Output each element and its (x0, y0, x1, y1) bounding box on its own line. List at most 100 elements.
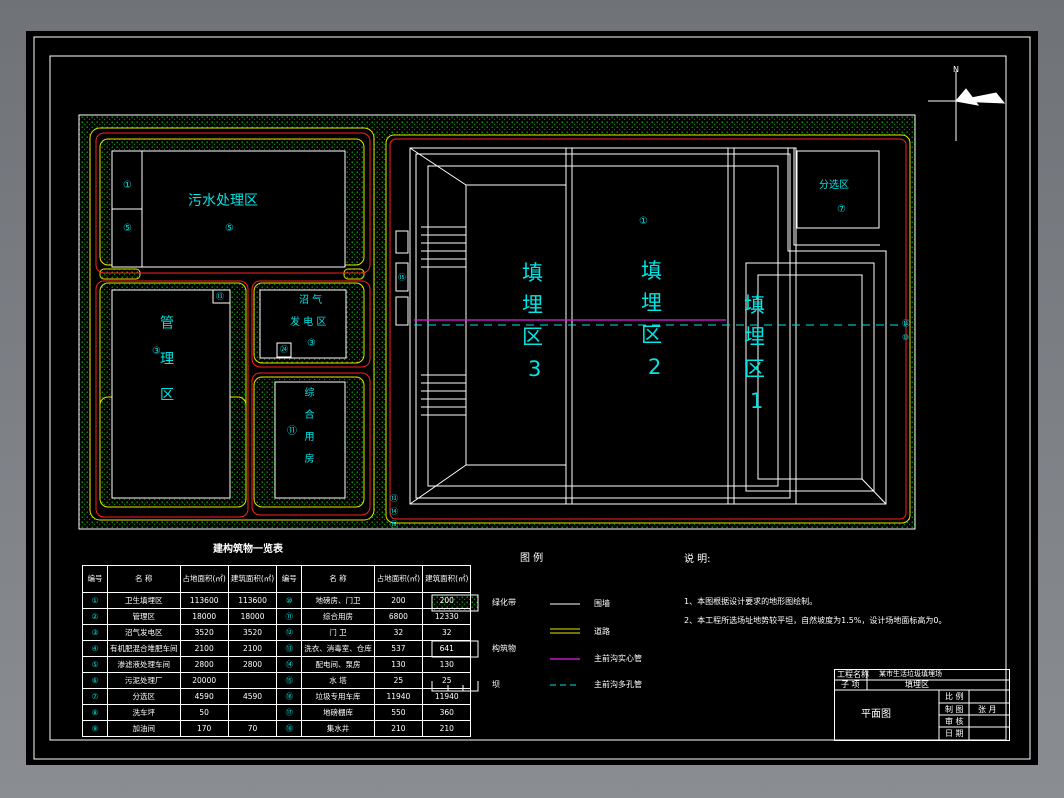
general-label: 综合用房 (302, 387, 313, 475)
table-cell: 70 (227, 720, 278, 737)
table-cell: 4590 (227, 688, 278, 705)
table-cell: 加油间 (107, 720, 181, 737)
bottom-mark-1: ⑬ (390, 494, 398, 503)
notes-title: 说 明: (684, 554, 711, 565)
mgmt-zone-label: 管理区 (158, 315, 174, 423)
table-cell: 210 (422, 720, 472, 737)
table-cell: ⑭ (276, 656, 303, 673)
table-cell: 113600 (179, 592, 229, 609)
table-cell: 洗衣、消毒室、仓库 (301, 640, 375, 657)
table-row: ④ 有机肥混合堆肥车间 2100 2100 ⑬ 洗衣、消毒室、仓库 537 641 (82, 640, 472, 657)
fill3-l4: 3 (528, 357, 542, 381)
fill2-l4: 2 (648, 355, 662, 379)
th-area1: 占地面积(㎡) (179, 565, 229, 593)
table-cell: 200 (373, 592, 424, 609)
table-cell: 管理区 (107, 608, 181, 625)
table-row: ⑦ 分选区 4590 4590 ⑯ 垃圾专用车库 11940 11940 (82, 688, 472, 705)
table-row: ③ 沼气发电区 3520 3520 ⑫ 门 卫 32 32 (82, 624, 472, 641)
table-cell: ⑰ (276, 704, 303, 721)
table-cell (227, 704, 278, 721)
legend-item-dam: 坝 (492, 680, 500, 689)
table-row: ⑧ 洗车坪 50 ⑰ 地磅棚库 550 360 (82, 704, 472, 721)
table-title: 建构筑物一览表 (213, 544, 283, 555)
table-cell: ⑤ (82, 656, 108, 673)
fill2-l3: 区 (641, 323, 662, 347)
table-cell: 沼气发电区 (107, 624, 181, 641)
table-cell: 20000 (179, 672, 229, 689)
table-cell: 170 (179, 720, 229, 737)
building-table: 编号 名 称 占地面积(㎡) 建筑面积(㎡) 编号 名 称 占地面积(㎡) 建筑… (82, 565, 472, 737)
table-cell: 综合用房 (301, 608, 375, 625)
th-no2: 编号 (276, 565, 303, 593)
title-block: 工程名称 某市生活垃圾填埋场 子 项 填埋区 平面图 比 例 制 图 张 月 审… (834, 669, 1010, 741)
general-num: ⑪ (287, 426, 297, 437)
gate-left-num: ⑮ (398, 273, 406, 282)
table-cell: 卫生填埋区 (107, 592, 181, 609)
th-no1: 编号 (82, 565, 108, 593)
table-cell: 11940 (373, 688, 424, 705)
notes-line-2: 2、本工程所选场址地势较平坦，自然坡度为1.5%，设计场地面标高为0。 (684, 616, 947, 625)
tb-r2: 制 图 (945, 705, 964, 714)
table-cell: 18000 (227, 608, 278, 625)
table-cell: 3520 (179, 624, 229, 641)
table-cell: 11940 (422, 688, 472, 705)
table-cell: 门 卫 (301, 624, 375, 641)
legend-item-green: 绿化带 (492, 598, 516, 607)
table-cell: 配电间、泵房 (301, 656, 375, 673)
table-row: ⑥ 污泥处理厂 20000 ⑮ 水 塔 25 25 (82, 672, 472, 689)
table-cell: ⑬ (276, 640, 303, 657)
mgmt-zone-num: ③ (152, 346, 161, 357)
table-cell: 18000 (179, 608, 229, 625)
table-cell: 130 (422, 656, 472, 673)
bottom-mark-3: ⑮ (390, 520, 398, 529)
table-cell: 50 (179, 704, 229, 721)
table-cell: 25 (373, 672, 424, 689)
notes-line-1: 1、本图根据设计要求的地形图绘制。 (684, 597, 818, 606)
table-cell: ⑥ (82, 672, 108, 689)
sort-label: 分选区 (819, 180, 849, 191)
table-cell: 2800 (227, 656, 278, 673)
biogas-label1: 沼 气 (299, 295, 323, 306)
compass-icon (928, 71, 1006, 141)
table-cell: 32 (373, 624, 424, 641)
sewage-small2: ⑤ (123, 223, 132, 234)
sewage-small1: ① (123, 180, 132, 191)
table-cell: ③ (82, 624, 108, 641)
table-cell: 537 (373, 640, 424, 657)
table-row: ① 卫生填埋区 113600 113600 ⑩ 地磅房、门卫 200 200 (82, 592, 472, 609)
legend-item-perf-pipe: 主前沟多孔管 (594, 680, 642, 689)
biogas-label2: 发 电 区 (290, 317, 327, 328)
legend-item-wall: 围墙 (594, 599, 610, 608)
table-cell: ⑪ (276, 608, 303, 625)
fill3-l2: 埋 (522, 293, 543, 317)
table-cell: 有机肥混合堆肥车间 (107, 640, 181, 657)
table-cell: ⑧ (82, 704, 108, 721)
table-cell: 渗滤液处理车间 (107, 656, 181, 673)
table-cell: 360 (422, 704, 472, 721)
tb-sub-value: 填埋区 (905, 680, 929, 689)
table-cell: 2100 (227, 640, 278, 657)
table-cell: 12330 (422, 608, 472, 625)
gate-right-num: ⑯ (902, 319, 910, 328)
table-cell: ④ (82, 640, 108, 657)
table-cell: 地磅房、门卫 (301, 592, 375, 609)
tb-r4: 日 期 (945, 729, 964, 738)
table-cell: 垃圾专用车库 (301, 688, 375, 705)
table-cell: ② (82, 608, 108, 625)
th-barea2: 建筑面积(㎡) (422, 565, 472, 593)
table-cell: 550 (373, 704, 424, 721)
sewage-zone-num: ⑤ (225, 223, 234, 234)
table-cell: ⑨ (82, 720, 108, 737)
table-cell (227, 672, 278, 689)
legend-item-road: 道路 (594, 627, 610, 636)
tb-proj-label: 工程名称 (837, 670, 869, 679)
table-cell: 641 (422, 640, 472, 657)
table-cell: 分选区 (107, 688, 181, 705)
th-area2: 占地面积(㎡) (373, 565, 424, 593)
legend-item-structure: 构筑物 (492, 644, 516, 653)
table-cell: 6800 (373, 608, 424, 625)
table-cell: 2800 (179, 656, 229, 673)
tb-drawing-name: 平面图 (861, 709, 891, 720)
table-cell: 4590 (179, 688, 229, 705)
table-cell: 210 (373, 720, 424, 737)
